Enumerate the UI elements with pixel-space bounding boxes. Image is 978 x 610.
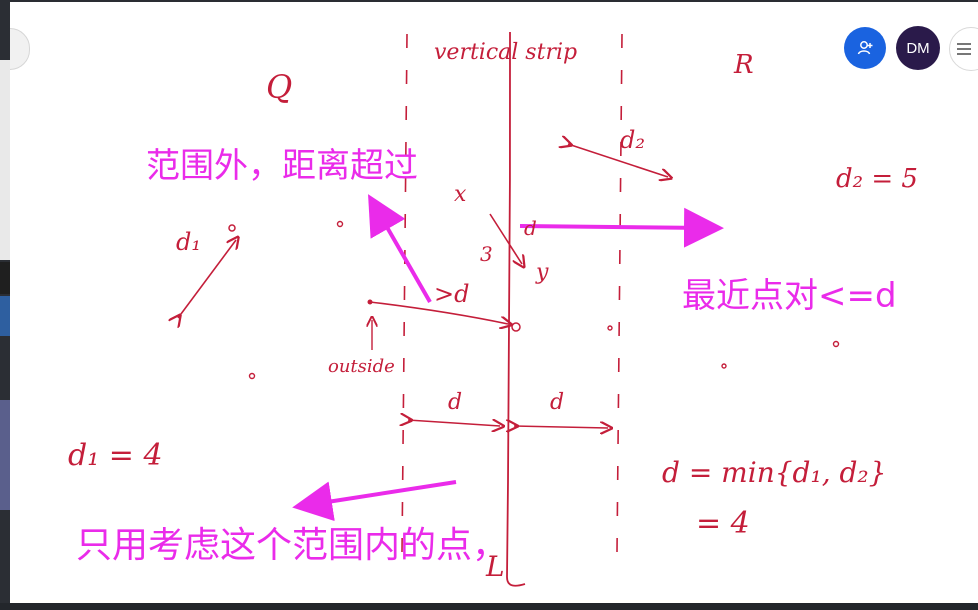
side-panel-purple (0, 400, 10, 510)
d-small-label: d (524, 216, 537, 240)
whiteboard-canvas[interactable]: vertical strip Q R d₁ d₂ d₂ = 5 d₁ = 4 x… (10, 2, 978, 603)
arrow-closest-pair (519, 207, 724, 248)
strip-right-boundary (616, 33, 623, 553)
side-panel-light (0, 60, 10, 260)
d-left-label: d (448, 390, 463, 415)
right-set-label: R (734, 50, 754, 80)
strip-left-boundary (401, 33, 408, 553)
d2-arrow (568, 144, 668, 177)
x-label: x (454, 182, 467, 207)
y-label: y (536, 260, 549, 285)
point-strip-right (607, 325, 613, 331)
add-person-icon (857, 41, 873, 55)
point-r-2 (721, 363, 727, 369)
hamburger-menu-icon (957, 43, 971, 55)
only-consider-note: 只用考虑这个范围内的点， (76, 525, 509, 566)
window-left-edge (0, 0, 10, 610)
closest-pair-note: 最近点对<=d (682, 276, 897, 316)
point-d1-top (228, 224, 236, 232)
arrow-to-outside (368, 194, 432, 303)
d2-value: d₂ = 5 (836, 164, 918, 194)
d2-label: d₂ (620, 126, 645, 154)
side-panel-dark (0, 262, 10, 294)
gt-d-label: >d (434, 280, 470, 308)
d1-value: d₁ = 4 (68, 438, 163, 473)
d-span-left (408, 420, 500, 426)
point-r-1 (832, 340, 840, 348)
point-q-2 (248, 372, 256, 380)
d1-label: d₁ (176, 228, 201, 256)
point-center-line (511, 322, 521, 332)
arrow-only-consider (292, 480, 457, 522)
avatar-initials: DM (906, 39, 930, 57)
outside-range-note: 范围外，距离超过 (146, 146, 418, 186)
xy-arrow (489, 213, 522, 264)
equals-four: = 4 (696, 506, 750, 541)
three-label: 3 (480, 242, 493, 266)
add-person-button[interactable] (844, 27, 886, 69)
side-panel-blue (0, 296, 10, 336)
left-set-label: Q (266, 68, 293, 106)
point-outside (367, 299, 373, 305)
d-span-right (514, 426, 608, 428)
user-avatar[interactable]: DM (896, 26, 940, 70)
center-line-l (506, 31, 526, 587)
d-min-formula: d = min{d₁, d₂} (662, 456, 887, 489)
outside-label: outside (328, 356, 395, 377)
point-q-1 (336, 220, 344, 228)
strip-title: vertical strip (434, 40, 578, 65)
window-bottom-edge (0, 603, 978, 610)
d-right-label: d (550, 390, 565, 415)
